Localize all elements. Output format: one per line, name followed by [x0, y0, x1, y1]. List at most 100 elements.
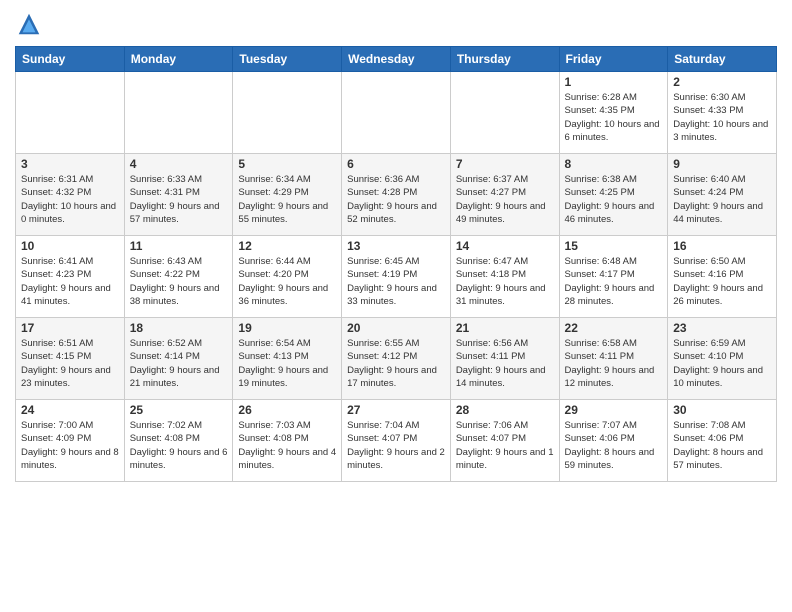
- calendar-cell: 25 Sunrise: 7:02 AMSunset: 4:08 PMDayligh…: [124, 400, 233, 482]
- day-number: 5: [238, 157, 336, 171]
- calendar-cell: 24 Sunrise: 7:00 AMSunset: 4:09 PMDayligh…: [16, 400, 125, 482]
- calendar-cell: 1 Sunrise: 6:28 AMSunset: 4:35 PMDaylight…: [559, 72, 668, 154]
- day-number: 3: [21, 157, 119, 171]
- day-number: 11: [130, 239, 228, 253]
- day-info: Sunrise: 6:37 AMSunset: 4:27 PMDaylight:…: [456, 173, 554, 226]
- day-info: Sunrise: 6:36 AMSunset: 4:28 PMDaylight:…: [347, 173, 445, 226]
- day-number: 23: [673, 321, 771, 335]
- day-number: 15: [565, 239, 663, 253]
- day-info: Sunrise: 6:59 AMSunset: 4:10 PMDaylight:…: [673, 337, 771, 390]
- day-number: 18: [130, 321, 228, 335]
- day-info: Sunrise: 6:41 AMSunset: 4:23 PMDaylight:…: [21, 255, 119, 308]
- calendar-cell: 3Sunrise: 6:31 AMSunset: 4:32 PMDaylight…: [16, 154, 125, 236]
- day-info: Sunrise: 6:28 AMSunset: 4:35 PMDaylight:…: [565, 91, 663, 144]
- day-number: 9: [673, 157, 771, 171]
- page: SundayMondayTuesdayWednesdayThursdayFrid…: [0, 0, 792, 612]
- header: [15, 10, 777, 38]
- day-info: Sunrise: 6:45 AMSunset: 4:19 PMDaylight:…: [347, 255, 445, 308]
- calendar-cell: 4 Sunrise: 6:33 AMSunset: 4:31 PMDaylight…: [124, 154, 233, 236]
- calendar-cell: 11 Sunrise: 6:43 AMSunset: 4:22 PMDayligh…: [124, 236, 233, 318]
- calendar-week-row: 1 Sunrise: 6:28 AMSunset: 4:35 PMDaylight…: [16, 72, 777, 154]
- calendar-cell: 20 Sunrise: 6:55 AMSunset: 4:12 PMDayligh…: [342, 318, 451, 400]
- calendar-cell: 16Sunrise: 6:50 AMSunset: 4:16 PMDayligh…: [668, 236, 777, 318]
- day-number: 27: [347, 403, 445, 417]
- day-number: 12: [238, 239, 336, 253]
- calendar-cell: 10Sunrise: 6:41 AMSunset: 4:23 PMDayligh…: [16, 236, 125, 318]
- day-info: Sunrise: 6:47 AMSunset: 4:18 PMDaylight:…: [456, 255, 554, 308]
- day-number: 29: [565, 403, 663, 417]
- day-number: 7: [456, 157, 554, 171]
- day-info: Sunrise: 6:51 AMSunset: 4:15 PMDaylight:…: [21, 337, 119, 390]
- calendar-cell: [342, 72, 451, 154]
- day-info: Sunrise: 6:54 AMSunset: 4:13 PMDaylight:…: [238, 337, 336, 390]
- day-number: 28: [456, 403, 554, 417]
- day-number: 21: [456, 321, 554, 335]
- day-info: Sunrise: 6:52 AMSunset: 4:14 PMDaylight:…: [130, 337, 228, 390]
- day-number: 4: [130, 157, 228, 171]
- weekday-header: Saturday: [668, 47, 777, 72]
- calendar-cell: 30 Sunrise: 7:08 AMSunset: 4:06 PMDayligh…: [668, 400, 777, 482]
- day-info: Sunrise: 7:00 AMSunset: 4:09 PMDaylight:…: [21, 419, 119, 472]
- day-info: Sunrise: 6:43 AMSunset: 4:22 PMDaylight:…: [130, 255, 228, 308]
- calendar-cell: 19Sunrise: 6:54 AMSunset: 4:13 PMDayligh…: [233, 318, 342, 400]
- calendar-cell: 29 Sunrise: 7:07 AMSunset: 4:06 PMDayligh…: [559, 400, 668, 482]
- day-info: Sunrise: 6:33 AMSunset: 4:31 PMDaylight:…: [130, 173, 228, 226]
- calendar-cell: 5 Sunrise: 6:34 AMSunset: 4:29 PMDaylight…: [233, 154, 342, 236]
- day-info: Sunrise: 7:08 AMSunset: 4:06 PMDaylight:…: [673, 419, 771, 472]
- day-number: 30: [673, 403, 771, 417]
- day-number: 8: [565, 157, 663, 171]
- day-number: 20: [347, 321, 445, 335]
- logo-icon: [15, 10, 43, 38]
- day-info: Sunrise: 6:40 AMSunset: 4:24 PMDaylight:…: [673, 173, 771, 226]
- calendar-cell: 18 Sunrise: 6:52 AMSunset: 4:14 PMDayligh…: [124, 318, 233, 400]
- calendar-cell: 23 Sunrise: 6:59 AMSunset: 4:10 PMDayligh…: [668, 318, 777, 400]
- day-number: 1: [565, 75, 663, 89]
- calendar-cell: 13 Sunrise: 6:45 AMSunset: 4:19 PMDayligh…: [342, 236, 451, 318]
- calendar-cell: [450, 72, 559, 154]
- weekday-header: Monday: [124, 47, 233, 72]
- day-info: Sunrise: 6:48 AMSunset: 4:17 PMDaylight:…: [565, 255, 663, 308]
- day-number: 2: [673, 75, 771, 89]
- day-info: Sunrise: 7:06 AMSunset: 4:07 PMDaylight:…: [456, 419, 554, 472]
- calendar-cell: [233, 72, 342, 154]
- day-info: Sunrise: 7:03 AMSunset: 4:08 PMDaylight:…: [238, 419, 336, 472]
- day-number: 26: [238, 403, 336, 417]
- calendar-week-row: 3Sunrise: 6:31 AMSunset: 4:32 PMDaylight…: [16, 154, 777, 236]
- day-info: Sunrise: 7:07 AMSunset: 4:06 PMDaylight:…: [565, 419, 663, 472]
- weekday-header: Friday: [559, 47, 668, 72]
- calendar-cell: 2 Sunrise: 6:30 AMSunset: 4:33 PMDaylight…: [668, 72, 777, 154]
- day-info: Sunrise: 6:44 AMSunset: 4:20 PMDaylight:…: [238, 255, 336, 308]
- logo: [15, 10, 47, 38]
- day-info: Sunrise: 6:56 AMSunset: 4:11 PMDaylight:…: [456, 337, 554, 390]
- calendar-cell: 27 Sunrise: 7:04 AMSunset: 4:07 PMDayligh…: [342, 400, 451, 482]
- calendar-cell: [16, 72, 125, 154]
- calendar-cell: 15 Sunrise: 6:48 AMSunset: 4:17 PMDayligh…: [559, 236, 668, 318]
- day-info: Sunrise: 6:34 AMSunset: 4:29 PMDaylight:…: [238, 173, 336, 226]
- calendar-header-row: SundayMondayTuesdayWednesdayThursdayFrid…: [16, 47, 777, 72]
- calendar-cell: 17 Sunrise: 6:51 AMSunset: 4:15 PMDayligh…: [16, 318, 125, 400]
- calendar-cell: 21 Sunrise: 6:56 AMSunset: 4:11 PMDayligh…: [450, 318, 559, 400]
- calendar-cell: 26 Sunrise: 7:03 AMSunset: 4:08 PMDayligh…: [233, 400, 342, 482]
- calendar-cell: 6 Sunrise: 6:36 AMSunset: 4:28 PMDaylight…: [342, 154, 451, 236]
- day-number: 24: [21, 403, 119, 417]
- calendar-cell: 22Sunrise: 6:58 AMSunset: 4:11 PMDayligh…: [559, 318, 668, 400]
- calendar-cell: 7 Sunrise: 6:37 AMSunset: 4:27 PMDaylight…: [450, 154, 559, 236]
- day-number: 17: [21, 321, 119, 335]
- day-info: Sunrise: 6:55 AMSunset: 4:12 PMDaylight:…: [347, 337, 445, 390]
- calendar-week-row: 10Sunrise: 6:41 AMSunset: 4:23 PMDayligh…: [16, 236, 777, 318]
- weekday-header: Sunday: [16, 47, 125, 72]
- day-info: Sunrise: 7:04 AMSunset: 4:07 PMDaylight:…: [347, 419, 445, 472]
- calendar-cell: 8Sunrise: 6:38 AMSunset: 4:25 PMDaylight…: [559, 154, 668, 236]
- day-info: Sunrise: 6:30 AMSunset: 4:33 PMDaylight:…: [673, 91, 771, 144]
- calendar-cell: 9 Sunrise: 6:40 AMSunset: 4:24 PMDaylight…: [668, 154, 777, 236]
- day-number: 13: [347, 239, 445, 253]
- day-number: 22: [565, 321, 663, 335]
- calendar-week-row: 24 Sunrise: 7:00 AMSunset: 4:09 PMDayligh…: [16, 400, 777, 482]
- calendar-cell: [124, 72, 233, 154]
- calendar: SundayMondayTuesdayWednesdayThursdayFrid…: [15, 46, 777, 482]
- calendar-cell: 12 Sunrise: 6:44 AMSunset: 4:20 PMDayligh…: [233, 236, 342, 318]
- calendar-cell: 28 Sunrise: 7:06 AMSunset: 4:07 PMDayligh…: [450, 400, 559, 482]
- day-number: 25: [130, 403, 228, 417]
- day-number: 6: [347, 157, 445, 171]
- day-info: Sunrise: 7:02 AMSunset: 4:08 PMDaylight:…: [130, 419, 228, 472]
